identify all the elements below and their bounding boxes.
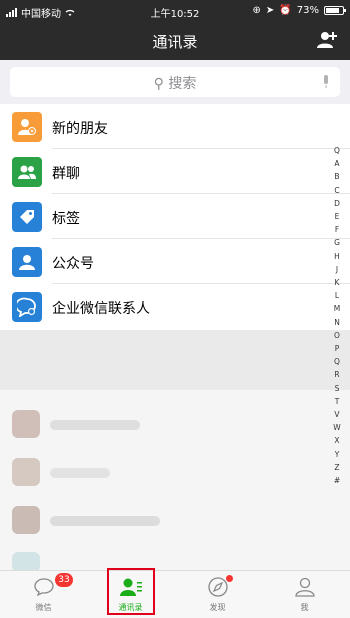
blurred-avatar xyxy=(12,458,40,486)
index-letter[interactable]: V xyxy=(332,408,342,421)
person-icon xyxy=(295,577,315,597)
index-letter[interactable]: Q xyxy=(332,355,342,368)
entry-group-chats[interactable]: 群聊 xyxy=(0,149,350,194)
index-letter[interactable]: P xyxy=(332,342,342,355)
blurred-contact-list xyxy=(0,330,350,570)
entry-label: 公众号 xyxy=(52,256,94,272)
group-chat-icon xyxy=(12,157,42,187)
search-placeholder: ⚲ 搜索 xyxy=(153,76,197,92)
entry-label: 标签 xyxy=(52,211,80,227)
blurred-avatar xyxy=(12,506,40,534)
tab-label: 发现 xyxy=(209,603,226,612)
tab-discover[interactable]: 发现 xyxy=(174,571,261,618)
index-letter[interactable]: B xyxy=(332,170,342,183)
index-letter[interactable]: F xyxy=(332,223,342,236)
microphone-icon[interactable] xyxy=(322,75,330,89)
tab-chats[interactable]: 33 微信 xyxy=(0,571,87,618)
search-area: ⚲ 搜索 xyxy=(0,60,350,104)
page-title: 通讯录 xyxy=(152,33,198,51)
index-letter[interactable]: K xyxy=(332,276,342,289)
index-letter[interactable]: N xyxy=(332,316,342,329)
index-letter[interactable]: R xyxy=(332,368,342,381)
blurred-band xyxy=(0,330,350,390)
index-letter[interactable]: # xyxy=(332,474,342,487)
entry-work-contacts[interactable]: 企业微信联系人 xyxy=(0,284,350,329)
index-letter[interactable]: T xyxy=(332,395,342,408)
blurred-avatar xyxy=(12,410,40,438)
blurred-name xyxy=(50,420,140,430)
entry-new-friends[interactable]: 新的朋友 xyxy=(0,104,350,149)
tab-bar: 33 微信 通讯录 发现 我 xyxy=(0,570,350,618)
blurred-name xyxy=(50,516,160,526)
index-letter[interactable]: M xyxy=(332,302,342,315)
highlight-box xyxy=(107,568,155,615)
status-right: ⊕ ➤ ⏰ 73% xyxy=(252,5,346,16)
official-account-icon xyxy=(12,247,42,277)
unread-badge: 33 xyxy=(55,573,73,587)
entry-label: 企业微信联系人 xyxy=(52,301,150,317)
entry-tags[interactable]: 标签 xyxy=(0,194,350,239)
index-letter[interactable]: Q xyxy=(332,144,342,157)
index-letter[interactable]: Z xyxy=(332,461,342,474)
battery-icon xyxy=(324,6,346,15)
alphabet-index[interactable]: Q A B C D E F G H J K L M N O P Q R S T V W X Y Z # xyxy=(332,144,342,487)
notification-dot xyxy=(226,575,233,582)
new-friend-icon xyxy=(12,112,42,142)
index-letter[interactable]: L xyxy=(332,289,342,302)
blurred-avatar xyxy=(12,552,40,570)
tab-label: 微信 xyxy=(35,603,52,612)
navigation-bar: 通讯录 xyxy=(0,22,350,60)
alarm-icon: ⏰ xyxy=(279,5,292,16)
index-letter[interactable]: E xyxy=(332,210,342,223)
index-letter[interactable]: G xyxy=(332,236,342,249)
index-letter[interactable]: W xyxy=(332,421,342,434)
index-letter[interactable]: S xyxy=(332,382,342,395)
index-letter[interactable]: O xyxy=(332,329,342,342)
battery-percent: 73% xyxy=(296,5,319,16)
index-letter[interactable]: D xyxy=(332,197,342,210)
search-input[interactable]: ⚲ 搜索 xyxy=(10,67,340,97)
index-letter[interactable]: Y xyxy=(332,448,342,461)
blurred-name xyxy=(50,468,110,478)
contacts-entry-list: 新的朋友 群聊 标签 公众号 企业微信联系人 xyxy=(0,104,350,329)
tag-icon xyxy=(12,202,42,232)
index-letter[interactable]: C xyxy=(332,184,342,197)
work-contact-icon xyxy=(12,292,42,322)
lock-rotation-icon: ⊕ xyxy=(252,5,261,16)
tab-label: 我 xyxy=(300,603,309,612)
tab-me[interactable]: 我 xyxy=(261,571,348,618)
index-letter[interactable]: H xyxy=(332,250,342,263)
add-contact-icon[interactable] xyxy=(316,29,338,51)
index-letter[interactable]: J xyxy=(332,263,342,276)
search-icon: ⚲ xyxy=(153,76,164,92)
entry-official-accounts[interactable]: 公众号 xyxy=(0,239,350,284)
location-icon: ➤ xyxy=(265,5,275,16)
index-letter[interactable]: X xyxy=(332,434,342,447)
chat-icon xyxy=(34,578,54,597)
entry-label: 群聊 xyxy=(52,166,80,182)
index-letter[interactable]: A xyxy=(332,157,342,170)
entry-label: 新的朋友 xyxy=(52,121,108,137)
status-bar: 中国移动 上午10:52 ⊕ ➤ ⏰ 73% xyxy=(0,0,350,22)
